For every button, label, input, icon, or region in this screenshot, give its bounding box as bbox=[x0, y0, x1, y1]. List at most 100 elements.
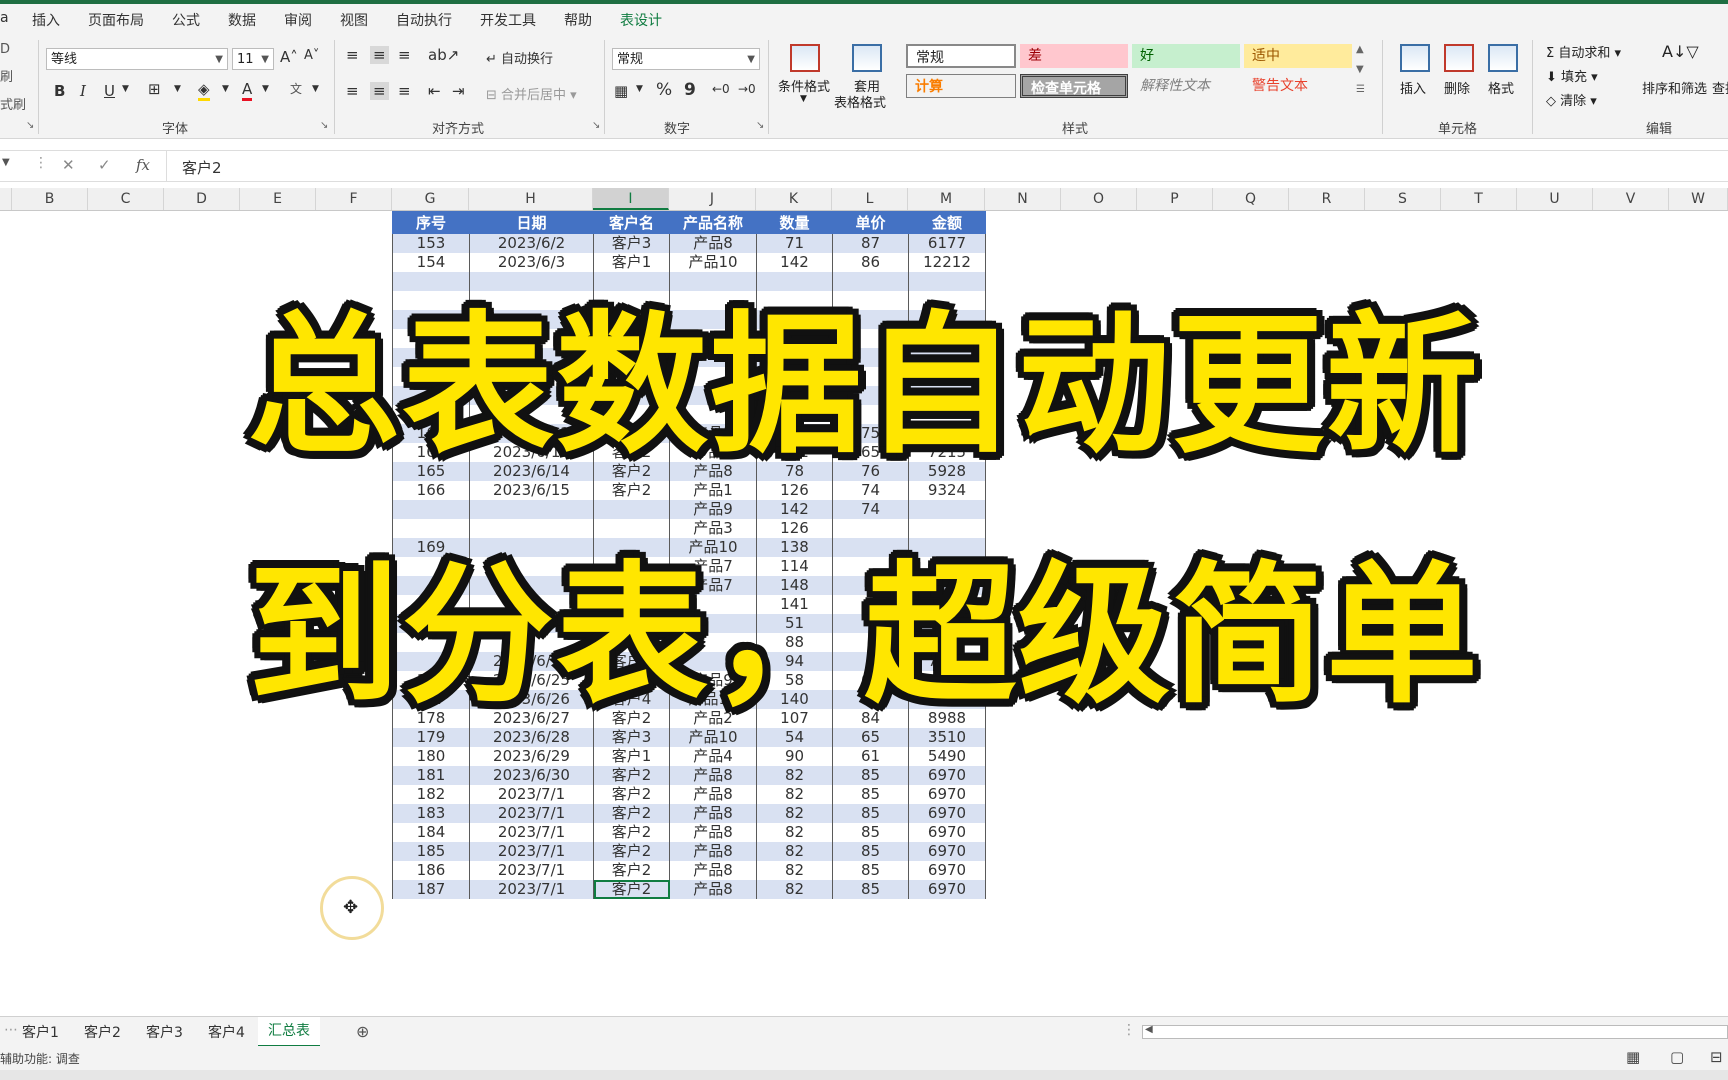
cell-price[interactable]: 85 bbox=[832, 842, 909, 861]
accessibility-status[interactable]: 辅助功能: 调查 bbox=[0, 1050, 80, 1067]
cell-quantity[interactable]: 82 bbox=[756, 804, 833, 823]
column-header-q[interactable]: Q bbox=[1213, 188, 1289, 210]
cell-quantity[interactable]: 90 bbox=[756, 747, 833, 766]
comma-style-button[interactable]: 9 bbox=[684, 80, 696, 100]
cell-amount[interactable]: 6970 bbox=[908, 766, 986, 785]
cell-price[interactable]: 85 bbox=[832, 785, 909, 804]
name-box-dropdown-icon[interactable]: ▼ bbox=[2, 157, 10, 168]
tab-formulas[interactable]: 公式 bbox=[172, 10, 200, 30]
cell-product[interactable]: 产品8 bbox=[669, 842, 757, 861]
header-customer[interactable]: 客户名 bbox=[593, 211, 670, 234]
style-explanatory[interactable]: 解释性文本 bbox=[1132, 74, 1240, 98]
style-neutral[interactable]: 适中 bbox=[1244, 44, 1352, 68]
clipboard-launcher-icon[interactable]: ↘ bbox=[26, 120, 34, 131]
cell-product[interactable]: 产品8 bbox=[669, 804, 757, 823]
cell-quantity[interactable]: 82 bbox=[756, 880, 833, 899]
clear-button[interactable]: ◇ 清除 ▾ bbox=[1546, 90, 1597, 109]
chevron-down-icon[interactable]: ▼ bbox=[312, 84, 319, 94]
cell-product[interactable]: 产品8 bbox=[669, 785, 757, 804]
column-header-i[interactable]: I bbox=[593, 188, 669, 210]
style-bad[interactable]: 差 bbox=[1020, 44, 1128, 68]
chevron-down-icon[interactable]: ▼ bbox=[174, 84, 181, 94]
cell-index[interactable]: 181 bbox=[392, 766, 470, 785]
horizontal-scrollbar[interactable]: ◀ bbox=[1142, 1024, 1728, 1039]
style-warning[interactable]: 警告文本 bbox=[1244, 74, 1352, 98]
format-as-table-label-2[interactable]: 表格格式 bbox=[834, 92, 886, 111]
column-header-t[interactable]: T bbox=[1441, 188, 1517, 210]
cell-product[interactable]: 产品8 bbox=[669, 861, 757, 880]
tab-insert[interactable]: 插入 bbox=[32, 10, 60, 30]
fill-button[interactable]: ⬇ 填充 ▾ bbox=[1546, 66, 1598, 85]
tab-developer[interactable]: 开发工具 bbox=[480, 10, 536, 30]
chevron-down-icon[interactable]: ▼ bbox=[262, 84, 269, 94]
cell-amount[interactable]: 6970 bbox=[908, 823, 986, 842]
cell-price[interactable]: 87 bbox=[832, 233, 909, 253]
styles-scroll-up-icon[interactable]: ▲ bbox=[1356, 44, 1364, 55]
cell-price[interactable]: 85 bbox=[832, 880, 909, 899]
align-left-icon[interactable]: ≡ bbox=[346, 82, 359, 100]
increase-decimal-icon[interactable]: ←0 bbox=[712, 82, 730, 96]
scroll-left-icon[interactable]: ◀ bbox=[1145, 1024, 1153, 1035]
clipboard-clip-1[interactable]: D bbox=[0, 42, 10, 57]
format-painter-clip[interactable]: 式刷 bbox=[0, 94, 26, 113]
cell-amount[interactable]: 5490 bbox=[908, 747, 986, 766]
align-right-icon[interactable]: ≡ bbox=[398, 82, 411, 100]
underline-button[interactable]: U bbox=[104, 82, 115, 100]
cell-index[interactable]: 186 bbox=[392, 861, 470, 880]
cell-customer[interactable]: 客户2 bbox=[593, 804, 670, 823]
page-break-view-icon[interactable]: ⊟ bbox=[1710, 1048, 1723, 1066]
cell-index[interactable]: 184 bbox=[392, 823, 470, 842]
cell-price[interactable]: 85 bbox=[832, 804, 909, 823]
header-price[interactable]: 单价 bbox=[832, 211, 909, 234]
header-date[interactable]: 日期 bbox=[469, 211, 594, 234]
chevron-down-icon[interactable]: ▼ bbox=[222, 84, 229, 94]
cell-quantity[interactable]: 82 bbox=[756, 861, 833, 880]
column-header-a-edge[interactable] bbox=[0, 188, 12, 210]
align-middle-icon[interactable]: ≡ bbox=[370, 46, 389, 64]
cell-quantity[interactable]: 82 bbox=[756, 785, 833, 804]
cell-date[interactable]: 2023/7/1 bbox=[469, 861, 594, 880]
sheet-tab-customer1[interactable]: 客户1 bbox=[22, 1022, 59, 1042]
styles-more-icon[interactable]: ☰ bbox=[1356, 84, 1365, 95]
format-cells-button[interactable]: 格式 bbox=[1488, 78, 1514, 97]
column-header-l[interactable]: L bbox=[832, 188, 908, 210]
cell-customer[interactable]: 客户2 bbox=[593, 861, 670, 880]
column-header-v[interactable]: V bbox=[1593, 188, 1669, 210]
tab-view[interactable]: 视图 bbox=[340, 10, 368, 30]
insert-cells-button[interactable]: 插入 bbox=[1400, 78, 1426, 97]
orientation-icon[interactable]: ab↗ bbox=[428, 46, 459, 64]
cell-quantity[interactable]: 82 bbox=[756, 823, 833, 842]
tab-review[interactable]: 审阅 bbox=[284, 10, 312, 30]
cell-quantity[interactable]: 82 bbox=[756, 842, 833, 861]
alignment-launcher-icon[interactable]: ↘ bbox=[592, 120, 600, 131]
column-header-j[interactable]: J bbox=[669, 188, 756, 210]
delete-cells-button[interactable]: 删除 bbox=[1444, 78, 1470, 97]
add-sheet-icon[interactable]: ⊕ bbox=[356, 1022, 369, 1041]
style-good[interactable]: 好 bbox=[1132, 44, 1240, 68]
cell-customer[interactable]: 客户2 bbox=[593, 880, 670, 899]
cell-product[interactable]: 产品8 bbox=[669, 766, 757, 785]
number-launcher-icon[interactable]: ↘ bbox=[756, 120, 764, 131]
cell-date[interactable]: 2023/6/29 bbox=[469, 747, 594, 766]
header-index[interactable]: 序号 bbox=[392, 211, 470, 234]
cell-customer[interactable]: 客户2 bbox=[593, 842, 670, 861]
cell-date[interactable]: 2023/7/1 bbox=[469, 785, 594, 804]
cancel-icon[interactable]: ✕ bbox=[62, 156, 75, 174]
cell-amount[interactable]: 6970 bbox=[908, 842, 986, 861]
column-header-e[interactable]: E bbox=[240, 188, 316, 210]
cell-amount[interactable]: 6970 bbox=[908, 785, 986, 804]
cell-index[interactable]: 166 bbox=[392, 481, 470, 500]
sheet-nav-more-icon[interactable]: ⋯ bbox=[4, 1022, 18, 1038]
fill-color-icon[interactable]: ◈ bbox=[198, 80, 210, 101]
style-check-cell[interactable]: 检查单元格 bbox=[1020, 74, 1128, 98]
column-header-s[interactable]: S bbox=[1365, 188, 1441, 210]
normal-view-icon[interactable]: ▦ bbox=[1626, 1048, 1640, 1066]
clipboard-clip-2[interactable]: 刷 bbox=[0, 66, 13, 85]
tab-table-design[interactable]: 表设计 bbox=[620, 10, 662, 30]
cell-index[interactable]: 182 bbox=[392, 785, 470, 804]
cell-date[interactable]: 2023/6/30 bbox=[469, 766, 594, 785]
align-top-icon[interactable]: ≡ bbox=[346, 46, 359, 64]
cell-amount[interactable]: 9324 bbox=[908, 481, 986, 500]
phonetic-icon[interactable]: 文 bbox=[290, 80, 302, 97]
cell-customer[interactable]: 客户1 bbox=[593, 747, 670, 766]
